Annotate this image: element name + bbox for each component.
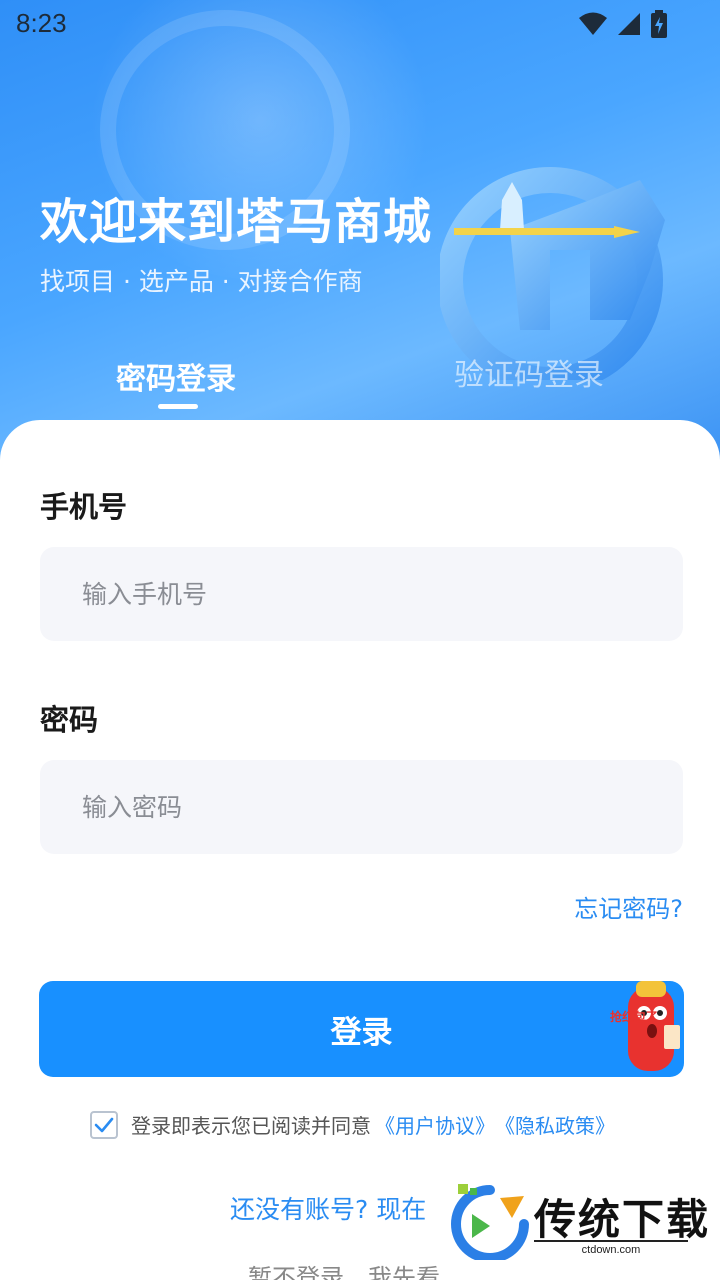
active-tab-indicator — [158, 404, 198, 409]
login-button-label: 登录 — [330, 1014, 393, 1051]
skip-login-link[interactable]: 暂不登录，我先看 — [248, 1258, 440, 1280]
status-icons — [578, 10, 668, 38]
status-time: 8:23 — [16, 8, 67, 38]
register-link[interactable]: 还没有账号? 现在 — [230, 1190, 426, 1226]
page-title: 欢迎来到塔马商城 — [40, 194, 433, 250]
login-button[interactable]: 登录 抢红包了 — [39, 981, 684, 1077]
hero-banner: 8:23 欢迎来到塔马商城 找项目 · 选产品 · 对接合作商 密码登录 验证码… — [0, 0, 720, 460]
privacy-policy-link[interactable]: 《隐私政策》 — [495, 1110, 615, 1139]
mascot-text: 抢红包了 — [610, 1009, 658, 1024]
phone-input[interactable] — [40, 547, 683, 641]
wifi-icon — [579, 12, 607, 35]
phone-label: 手机号 — [40, 490, 128, 524]
battery-icon — [651, 10, 667, 38]
tab-password-login[interactable]: 密码登录 — [116, 354, 236, 398]
user-agreement-link[interactable]: 《用户协议》 — [375, 1110, 495, 1139]
watermark: 传统下载 ctdown.com — [446, 1178, 720, 1280]
watermark-logo-icon — [451, 1184, 529, 1260]
password-input[interactable] — [40, 760, 683, 854]
agreement-checkbox[interactable] — [90, 1110, 118, 1139]
watermark-domain: ctdown.com — [534, 1240, 688, 1256]
watermark-brand: 传统下载 — [534, 1195, 711, 1244]
page-subtitle: 找项目 · 选产品 · 对接合作商 — [40, 267, 363, 296]
tama-horse-logo-icon — [440, 167, 665, 380]
checkmark-icon — [94, 1117, 114, 1132]
tab-code-login[interactable]: 验证码登录 — [454, 350, 604, 394]
agreement-text: 登录即表示您已阅读并同意 — [131, 1114, 371, 1138]
status-bar: 8:23 — [0, 0, 720, 50]
signal-icon — [618, 13, 640, 35]
password-label: 密码 — [40, 703, 99, 737]
red-packet-mascot-icon[interactable]: 抢红包了 — [608, 981, 682, 1077]
agreement-row: 登录即表示您已阅读并同意 《用户协议》 《隐私政策》 — [90, 1110, 615, 1139]
forgot-password-link[interactable]: 忘记密码? — [574, 889, 683, 924]
